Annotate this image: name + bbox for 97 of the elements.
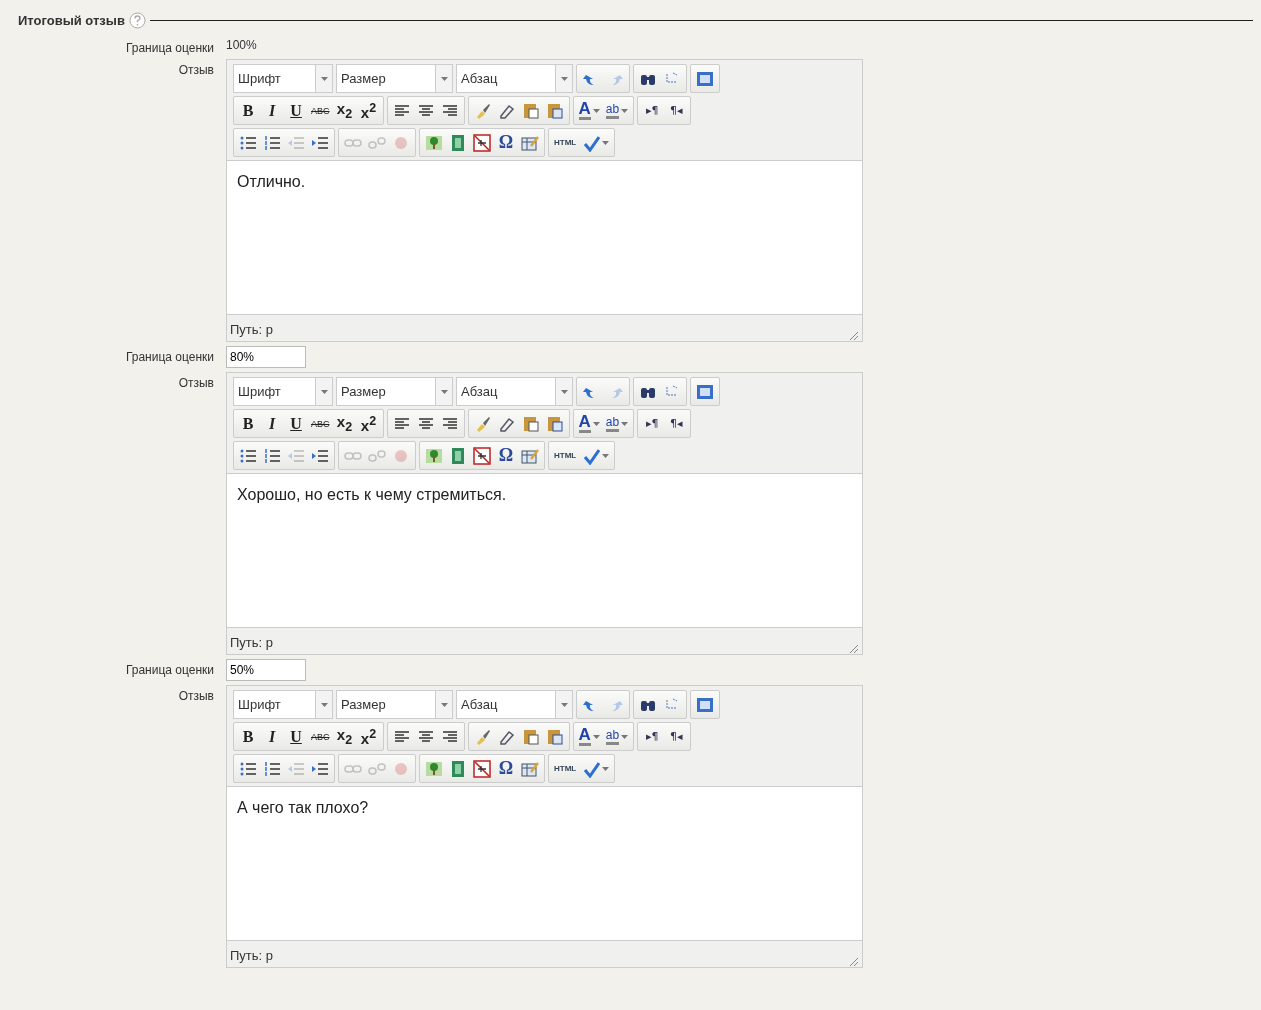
toolbar-button[interactable]: x$^{2}$ [356, 99, 381, 122]
paste-text-icon [521, 727, 540, 746]
editor-text-area[interactable]: Отлично. [227, 160, 862, 315]
toolbar-button[interactable]: Ω [494, 131, 518, 154]
toolbar-button[interactable]: B [236, 725, 260, 748]
field-label: Граница оценки [124, 40, 214, 55]
paste-word-icon [545, 414, 564, 433]
toolbar-button[interactable]: HTML [551, 444, 580, 467]
caret-icon [440, 76, 448, 81]
toolbar-button[interactable]: Ω [494, 444, 518, 467]
toolbar-button[interactable]: A [575, 99, 603, 122]
toolbar-button[interactable] [470, 757, 494, 780]
caret-icon [440, 702, 448, 707]
field-label: Граница оценки [124, 662, 214, 677]
caret-icon [560, 76, 568, 81]
resize-grip-icon[interactable] [847, 329, 859, 341]
toolbar-button[interactable]: ab [602, 412, 632, 435]
toolbar-button[interactable]: ab [602, 725, 632, 748]
crossed-box-icon [473, 759, 491, 778]
toolbar-button[interactable]: ▸¶ [640, 725, 665, 748]
dropdown-select[interactable]: Размер [336, 377, 453, 406]
field-label: Граница оценки [124, 349, 214, 364]
grade-input[interactable]: 80% [226, 346, 306, 368]
grade-value: 100% [226, 37, 257, 52]
toolbar-button[interactable]: ¶◂ [664, 99, 689, 122]
numbered-list-icon [263, 133, 281, 152]
toolbar-button[interactable]: x$^{2}$ [356, 412, 381, 435]
paste-word-icon [545, 727, 564, 746]
toolbar-button[interactable]: I [260, 412, 284, 435]
dropdown-select[interactable]: Размер [336, 64, 453, 93]
toolbar-button[interactable]: Ω [494, 757, 518, 780]
toolbar-button[interactable]: A [575, 412, 603, 435]
toolbar-button[interactable]: ▸¶ [640, 412, 665, 435]
field-label: Отзыв [177, 62, 214, 77]
toolbar-button[interactable]: x$_{2}$ [332, 412, 357, 435]
toolbar-button[interactable]: A [575, 725, 603, 748]
numbered-list-icon [263, 446, 281, 465]
toolbar-button[interactable]: B [236, 99, 260, 122]
toolbar-button[interactable]: ABC [308, 412, 333, 435]
toolbar-button[interactable]: HTML [551, 757, 580, 780]
toolbar-button[interactable] [470, 444, 494, 467]
toolbar-button[interactable]: I [260, 99, 284, 122]
caret-icon [320, 702, 328, 707]
image-icon [425, 133, 443, 152]
paste-word-icon [545, 101, 564, 120]
window-icon [696, 69, 714, 88]
dropdown-select[interactable]: Абзац [456, 377, 573, 406]
toolbar-button[interactable]: ab [602, 99, 632, 122]
toolbar-button[interactable]: x$_{2}$ [332, 99, 357, 122]
feedback-text: Хорошо, но есть к чему стремиться. [237, 486, 507, 503]
toolbar-button[interactable]: U [284, 725, 308, 748]
element-path: Путь: p [230, 635, 274, 652]
feedback-text: А чего так плохо? [237, 799, 369, 816]
toolbar-button[interactable]: B [236, 412, 260, 435]
toolbar-button[interactable]: ABC [308, 725, 333, 748]
toolbar-button[interactable]: x$^{2}$ [356, 725, 381, 748]
resize-grip-icon[interactable] [847, 642, 859, 654]
toolbar-button[interactable] [470, 131, 494, 154]
crossed-box-icon [473, 446, 491, 465]
dropdown-select[interactable]: Размер [336, 690, 453, 719]
toolbar-button[interactable]: ABC [308, 99, 333, 122]
window-icon [696, 695, 714, 714]
element-path: Путь: p [230, 948, 274, 965]
caret-icon [560, 702, 568, 707]
image-icon [425, 446, 443, 465]
caret-icon [560, 389, 568, 394]
caret-icon [320, 389, 328, 394]
grade-input[interactable]: 50% [226, 659, 306, 681]
image-icon [425, 759, 443, 778]
editor-text-area[interactable]: Хорошо, но есть к чему стремиться. [227, 473, 862, 628]
dropdown-select[interactable]: Шрифт [233, 690, 333, 719]
resize-grip-icon[interactable] [847, 955, 859, 967]
toolbar-button[interactable]: ▸¶ [640, 99, 665, 122]
field-label: Отзыв [177, 375, 214, 390]
feedback-text: Отлично. [237, 173, 306, 190]
dropdown-select[interactable]: Шрифт [233, 64, 333, 93]
window-icon [696, 382, 714, 401]
toolbar-button[interactable]: x$_{2}$ [332, 725, 357, 748]
dropdown-select[interactable]: Шрифт [233, 377, 333, 406]
dropdown-select[interactable]: Абзац [456, 64, 573, 93]
field-label: Отзыв [177, 688, 214, 703]
toolbar-button[interactable]: ¶◂ [664, 725, 689, 748]
caret-icon [440, 389, 448, 394]
editor-text-area[interactable]: А чего так плохо? [227, 786, 862, 941]
toolbar-button[interactable]: ¶◂ [664, 412, 689, 435]
toolbar-button[interactable]: HTML [551, 131, 580, 154]
caret-icon [320, 76, 328, 81]
toolbar-button[interactable]: I [260, 725, 284, 748]
paste-text-icon [521, 414, 540, 433]
numbered-list-icon [263, 759, 281, 778]
dropdown-select[interactable]: Абзац [456, 690, 573, 719]
paste-text-icon [521, 101, 540, 120]
toolbar-button[interactable]: U [284, 99, 308, 122]
element-path: Путь: p [230, 322, 274, 339]
toolbar-button[interactable]: U [284, 412, 308, 435]
crossed-box-icon [473, 133, 491, 152]
section-title: Итоговый отзыв [17, 13, 125, 28]
